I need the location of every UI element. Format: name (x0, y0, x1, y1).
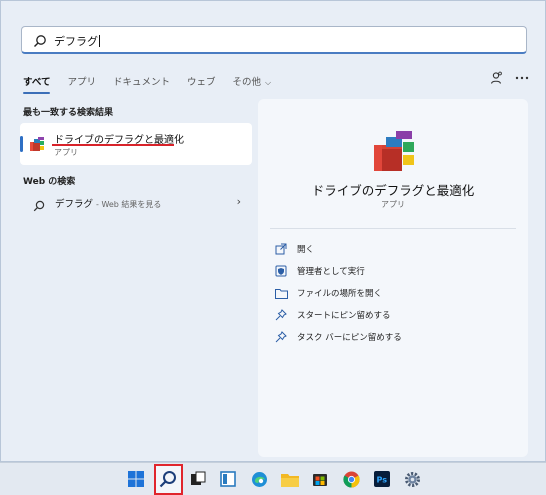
filter-tabs: すべて アプリ ドキュメント ウェブ その他 ⌵ (23, 71, 288, 94)
tab-more[interactable]: その他 ⌵ (233, 74, 272, 88)
web-search-text: デフラグ - Web 結果を見る (55, 199, 162, 210)
tab-all[interactable]: すべて (23, 74, 51, 94)
action-label: タスク バーにピン留めする (297, 333, 402, 343)
more-options-icon[interactable] (511, 69, 533, 87)
settings-gear-icon[interactable] (402, 469, 422, 489)
action-label: 管理者として実行 (297, 267, 365, 277)
open-icon (274, 242, 288, 256)
tab-web[interactable]: ウェブ (187, 74, 216, 88)
pin-icon (274, 308, 288, 322)
result-preview-pane: ドライブのデフラグと最適化 アプリ 開く 管理者として実行 ファイルの場所を開く… (258, 99, 528, 457)
defrag-app-large-icon (372, 129, 416, 173)
start-button-icon[interactable] (126, 469, 146, 489)
account-switch-icon[interactable] (485, 69, 507, 87)
action-run-as-admin[interactable]: 管理者として実行 (274, 262, 365, 280)
chrome-browser-icon[interactable] (341, 469, 361, 489)
action-open[interactable]: 開く (274, 240, 314, 258)
action-label: スタートにピン留めする (297, 311, 391, 321)
store-icon[interactable] (310, 469, 330, 489)
action-open-file-location[interactable]: ファイルの場所を開く (274, 284, 382, 302)
file-explorer-icon[interactable] (280, 469, 300, 489)
best-match-heading: 最も一致する検索結果 (23, 108, 114, 118)
action-pin-to-taskbar[interactable]: タスク バーにピン留めする (274, 328, 402, 346)
divider (270, 228, 516, 229)
best-match-subtitle: アプリ (54, 148, 78, 157)
taskbar: Ps (0, 462, 546, 495)
folder-icon (274, 286, 288, 300)
best-match-result[interactable]: ドライブのデフラグと最適化 アプリ (20, 123, 252, 165)
selection-indicator (20, 136, 23, 152)
web-search-heading: Web の検索 (23, 177, 76, 187)
action-label: ファイルの場所を開く (297, 289, 383, 299)
pin-icon (274, 330, 288, 344)
tab-apps[interactable]: アプリ (67, 74, 96, 88)
chevron-right-icon: › (236, 195, 241, 208)
search-panel: デフラグ すべて アプリ ドキュメント ウェブ その他⌵ 最も一致する検索結果 (0, 0, 546, 462)
admin-shield-icon (274, 264, 288, 278)
search-icon (33, 33, 47, 47)
web-search-result[interactable]: デフラグ - Web 結果を見る › (23, 193, 249, 213)
defrag-app-icon (29, 136, 45, 152)
svg-text:Ps: Ps (377, 476, 388, 485)
photoshop-icon[interactable]: Ps (372, 469, 392, 489)
edge-browser-icon[interactable] (249, 469, 269, 489)
widgets-icon[interactable] (218, 469, 238, 489)
taskbar-search-icon[interactable] (158, 469, 178, 489)
top-right-icons (481, 69, 533, 87)
tab-more-label: その他 (232, 77, 262, 88)
annotation-underline (52, 144, 174, 146)
chevron-down-icon: ⌵ (265, 78, 272, 87)
action-pin-to-start[interactable]: スタートにピン留めする (274, 306, 391, 324)
preview-app-name: ドライブのデフラグと最適化 (311, 183, 475, 198)
search-query-text: デフラグ (54, 35, 100, 48)
search-input[interactable]: デフラグ (21, 26, 527, 54)
tab-documents[interactable]: ドキュメント (113, 74, 170, 88)
preview-app-type: アプリ (381, 200, 405, 209)
task-view-icon[interactable] (188, 469, 208, 489)
action-label: 開く (297, 245, 315, 255)
search-icon (33, 197, 45, 212)
